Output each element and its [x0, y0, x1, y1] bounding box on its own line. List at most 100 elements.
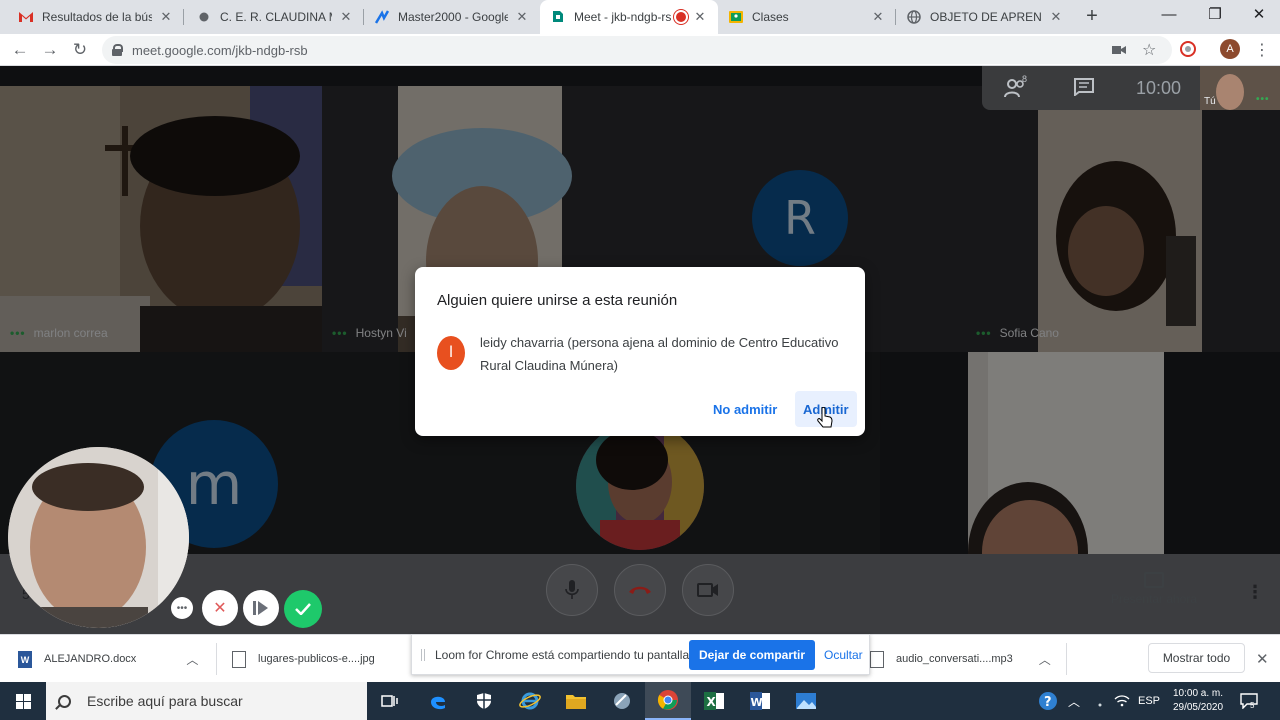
svg-text:?: ? — [1044, 695, 1052, 710]
loom-cancel-button[interactable]: ✕ — [202, 590, 238, 626]
browser-menu-icon[interactable]: ⋮ — [1254, 40, 1270, 60]
loom-finish-button[interactable] — [284, 590, 322, 628]
requester-avatar: l — [437, 336, 465, 370]
photos-icon[interactable] — [783, 682, 829, 720]
reload-icon[interactable]: ↻ — [68, 38, 92, 62]
video-camera-icon — [697, 583, 718, 597]
tab-gmail[interactable]: Resultados de la búsqu ✕ — [8, 0, 184, 34]
deny-button[interactable]: No admitir — [705, 391, 785, 427]
hide-link[interactable]: Ocultar — [824, 648, 863, 662]
windows-taskbar: Escribe aquí para buscar X W ? ︿ ESP 10:… — [0, 682, 1280, 720]
loom-more-icon[interactable]: ••• — [171, 597, 193, 619]
excel-icon[interactable]: X — [691, 682, 737, 720]
extension-icon[interactable] — [1180, 41, 1196, 60]
recording-icon — [676, 12, 686, 22]
download-item[interactable]: lugares-publicos-e....jpg — [232, 635, 375, 683]
close-icon[interactable]: ✕ — [692, 9, 708, 25]
camera-icon[interactable] — [1112, 42, 1126, 58]
chevron-up-icon[interactable]: ︿ — [186, 651, 198, 668]
stop-sharing-button[interactable]: Dejar de compartir — [689, 640, 815, 670]
minimize-button[interactable]: — — [1146, 0, 1192, 30]
show-all-button[interactable]: Mostrar todo — [1148, 643, 1245, 673]
close-icon[interactable]: ✕ — [870, 9, 886, 25]
close-icon[interactable]: ✕ — [1256, 650, 1269, 668]
loom-share-banner: Loom for Chrome está compartiendo tu pan… — [411, 634, 870, 675]
tab-meet[interactable]: Meet - jkb-ndgb-rs ✕ — [540, 0, 718, 34]
share-message: Loom for Chrome está compartiendo tu pan… — [435, 647, 693, 662]
master2000-icon — [374, 9, 390, 25]
profile-avatar[interactable]: A — [1220, 39, 1240, 59]
windows-logo-icon — [15, 693, 31, 709]
back-arrow-icon[interactable]: ← — [8, 38, 32, 62]
hand-cursor-icon — [817, 407, 833, 428]
internet-explorer-icon[interactable] — [507, 682, 553, 720]
search-icon — [58, 694, 71, 708]
tab-master2000[interactable]: Master2000 - Google G ✕ — [364, 0, 540, 34]
tab-title: Clases — [752, 10, 789, 24]
word-file-icon: W — [18, 650, 32, 668]
present-now-button[interactable]: Presentar ahora — [1106, 572, 1202, 606]
loom-camera-bubble[interactable] — [8, 447, 189, 628]
network-icon[interactable] — [1094, 682, 1106, 720]
loom-camera-video — [8, 447, 189, 628]
meet-icon — [550, 9, 566, 25]
svg-text:W: W — [751, 696, 763, 709]
close-icon[interactable]: ✕ — [338, 9, 354, 25]
wifi-icon[interactable] — [1114, 682, 1130, 720]
hang-up-button[interactable] — [614, 564, 666, 616]
chat-icon[interactable] — [1074, 78, 1094, 101]
self-view-thumbnail[interactable]: Tú ••• — [1200, 66, 1280, 110]
image-file-icon — [232, 650, 246, 668]
word-icon[interactable]: W — [737, 682, 783, 720]
hang-up-icon — [629, 586, 651, 594]
star-icon[interactable]: ☆ — [1142, 40, 1156, 60]
taskbar-search-box[interactable]: Escribe aquí para buscar — [46, 682, 367, 720]
audio-file-icon — [870, 650, 884, 668]
requester-description: leidy chavarria (persona ajena al domini… — [480, 335, 839, 373]
meeting-info-panel: 8 10:00 — [982, 66, 1200, 110]
show-hidden-icons-icon[interactable]: ︿ — [1068, 682, 1080, 720]
microphone-button[interactable] — [546, 564, 598, 616]
maximize-button[interactable]: ❐ — [1192, 0, 1238, 30]
notifications-icon[interactable]: 5 — [1240, 682, 1258, 720]
chevron-up-icon[interactable]: ︿ — [1039, 651, 1051, 668]
task-view-icon[interactable] — [367, 682, 413, 720]
start-button[interactable] — [0, 682, 46, 720]
tab-objeto-aprendizaje[interactable]: OBJETO DE APRENDIZA ✕ — [896, 0, 1074, 34]
close-window-button[interactable]: ✕ — [1236, 0, 1280, 30]
language-indicator[interactable]: ESP — [1138, 682, 1160, 720]
app-icon[interactable] — [599, 682, 645, 720]
self-label: Tú — [1204, 96, 1216, 107]
camera-button[interactable] — [682, 564, 734, 616]
download-item[interactable]: audio_conversati....mp3 ︿ — [870, 635, 1051, 683]
site-icon — [196, 9, 212, 25]
drag-handle-icon[interactable] — [421, 648, 425, 661]
microphone-icon — [565, 580, 579, 599]
system-clock[interactable]: 10:00 a. m. 29/05/2020 — [1166, 682, 1230, 720]
edge-icon[interactable] — [415, 682, 461, 720]
chrome-icon[interactable] — [645, 682, 691, 720]
file-explorer-icon[interactable] — [553, 682, 599, 720]
loom-pause-button[interactable] — [243, 590, 279, 626]
gmail-icon — [18, 9, 34, 25]
security-shield-icon[interactable] — [461, 682, 507, 720]
pause-icon — [253, 601, 268, 615]
globe-icon — [906, 9, 922, 25]
tab-cer-claudina[interactable]: C. E. R. CLAUDINA MÚN ✕ — [186, 0, 364, 34]
close-icon[interactable]: ✕ — [158, 9, 174, 25]
download-item[interactable]: W ALEJANDRO.docx ︿ — [18, 635, 198, 683]
new-tab-button[interactable]: + — [1082, 5, 1102, 27]
help-icon[interactable]: ? — [1038, 682, 1058, 720]
more-options-icon[interactable]: ••• — [1256, 94, 1270, 105]
close-icon[interactable]: ✕ — [514, 9, 530, 25]
tab-title: Resultados de la búsqu — [42, 10, 152, 24]
address-bar[interactable]: meet.google.com/jkb-ndgb-rsb ☆ — [102, 36, 1172, 64]
tab-title: Master2000 - Google G — [398, 10, 508, 24]
tab-clases[interactable]: Clases ✕ — [718, 0, 896, 34]
forward-arrow-icon[interactable]: → — [38, 38, 62, 62]
more-options-vertical-icon[interactable]: ⋮ — [1246, 582, 1264, 603]
browser-toolbar: ← → ↻ meet.google.com/jkb-ndgb-rsb ☆ A ⋮ — [0, 34, 1280, 66]
close-icon[interactable]: ✕ — [1048, 9, 1064, 25]
participant-count: 8 — [1022, 74, 1028, 84]
svg-text:X: X — [707, 695, 717, 709]
